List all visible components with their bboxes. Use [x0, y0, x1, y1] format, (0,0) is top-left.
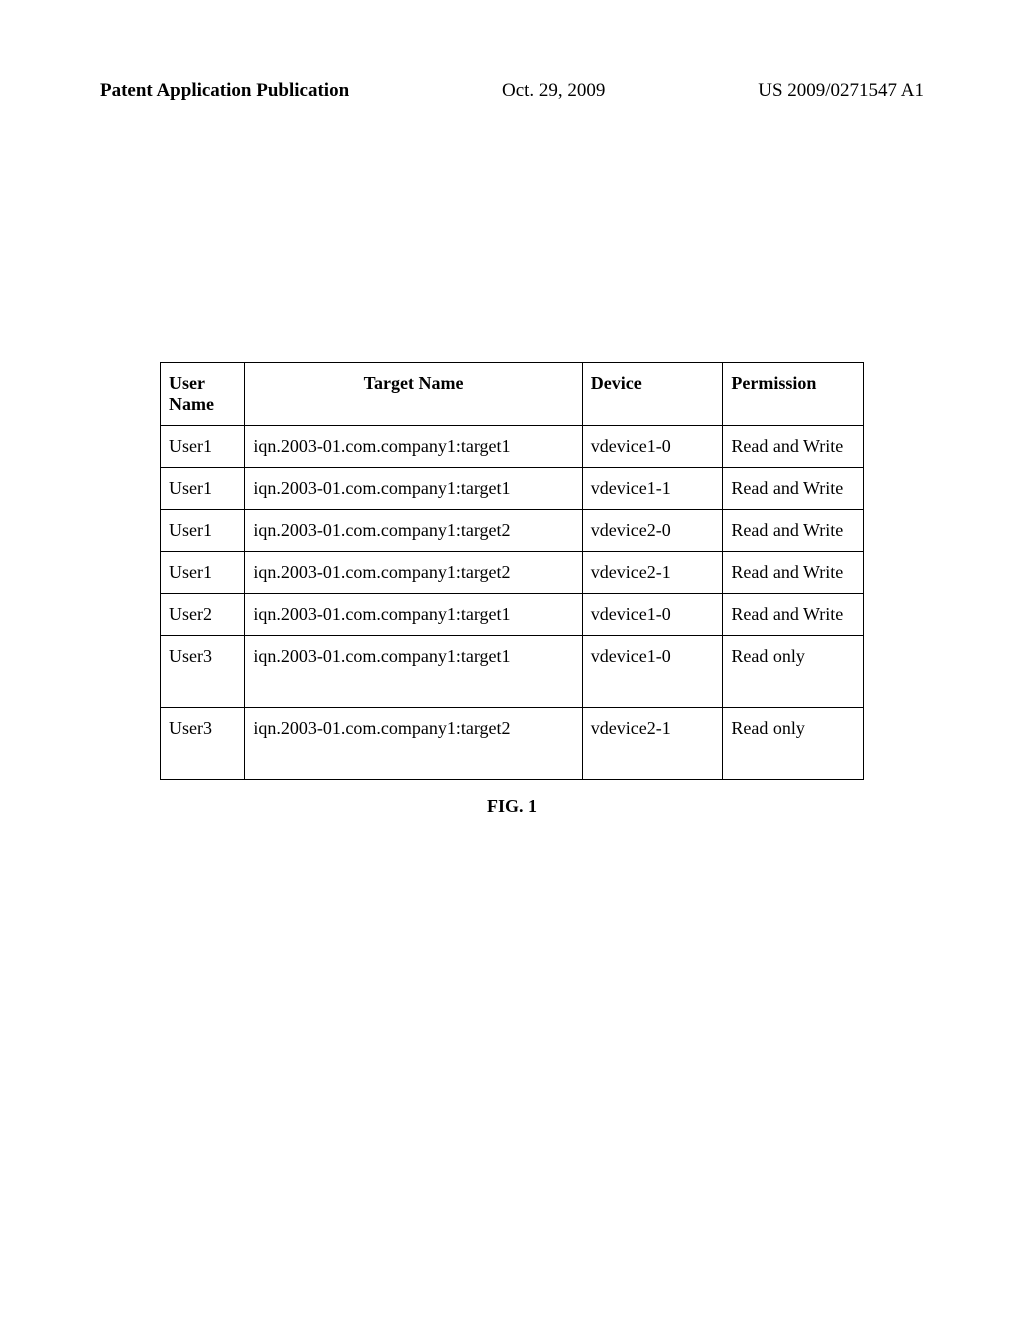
table-row: User1 iqn.2003-01.com.company1:target2 v…: [161, 552, 864, 594]
table-row: User1 iqn.2003-01.com.company1:target1 v…: [161, 426, 864, 468]
cell-permission: Read only: [723, 708, 864, 780]
header-user-name: User Name: [161, 363, 245, 426]
cell-device: vdevice1-0: [582, 426, 723, 468]
page-container: Patent Application Publication Oct. 29, …: [0, 0, 1024, 1320]
table-row: User1 iqn.2003-01.com.company1:target1 v…: [161, 468, 864, 510]
table-row: User2 iqn.2003-01.com.company1:target1 v…: [161, 594, 864, 636]
cell-permission: Read and Write: [723, 594, 864, 636]
header-row: Patent Application Publication Oct. 29, …: [100, 80, 924, 102]
cell-permission: Read and Write: [723, 468, 864, 510]
permissions-table: User Name Target Name Device Permission …: [160, 362, 864, 780]
cell-permission: Read and Write: [723, 426, 864, 468]
cell-device: vdevice2-1: [582, 552, 723, 594]
cell-device: vdevice2-1: [582, 708, 723, 780]
cell-user-name: User2: [161, 594, 245, 636]
cell-user-name: User1: [161, 552, 245, 594]
cell-target-name: iqn.2003-01.com.company1:target1: [245, 468, 582, 510]
publication-number: US 2009/0271547 A1: [758, 80, 924, 102]
header-permission: Permission: [723, 363, 864, 426]
cell-target-name: iqn.2003-01.com.company1:target2: [245, 552, 582, 594]
cell-device: vdevice1-0: [582, 594, 723, 636]
table-container: User Name Target Name Device Permission …: [160, 362, 864, 817]
header-target-name: Target Name: [245, 363, 582, 426]
cell-user-name: User1: [161, 510, 245, 552]
cell-device: vdevice2-0: [582, 510, 723, 552]
cell-target-name: iqn.2003-01.com.company1:target2: [245, 510, 582, 552]
table-header-row: User Name Target Name Device Permission: [161, 363, 864, 426]
cell-user-name: User3: [161, 708, 245, 780]
cell-target-name: iqn.2003-01.com.company1:target1: [245, 594, 582, 636]
cell-permission: Read and Write: [723, 510, 864, 552]
cell-user-name: User3: [161, 636, 245, 708]
cell-target-name: iqn.2003-01.com.company1:target1: [245, 636, 582, 708]
table-row: User1 iqn.2003-01.com.company1:target2 v…: [161, 510, 864, 552]
cell-device: vdevice1-0: [582, 636, 723, 708]
publication-date: Oct. 29, 2009: [502, 80, 605, 102]
cell-device: vdevice1-1: [582, 468, 723, 510]
table-row: User3 iqn.2003-01.com.company1:target1 v…: [161, 636, 864, 708]
figure-caption: FIG. 1: [160, 796, 864, 817]
table-row: User3 iqn.2003-01.com.company1:target2 v…: [161, 708, 864, 780]
cell-target-name: iqn.2003-01.com.company1:target2: [245, 708, 582, 780]
cell-target-name: iqn.2003-01.com.company1:target1: [245, 426, 582, 468]
cell-permission: Read and Write: [723, 552, 864, 594]
cell-user-name: User1: [161, 468, 245, 510]
header-device: Device: [582, 363, 723, 426]
cell-user-name: User1: [161, 426, 245, 468]
publication-type: Patent Application Publication: [100, 80, 349, 102]
cell-permission: Read only: [723, 636, 864, 708]
